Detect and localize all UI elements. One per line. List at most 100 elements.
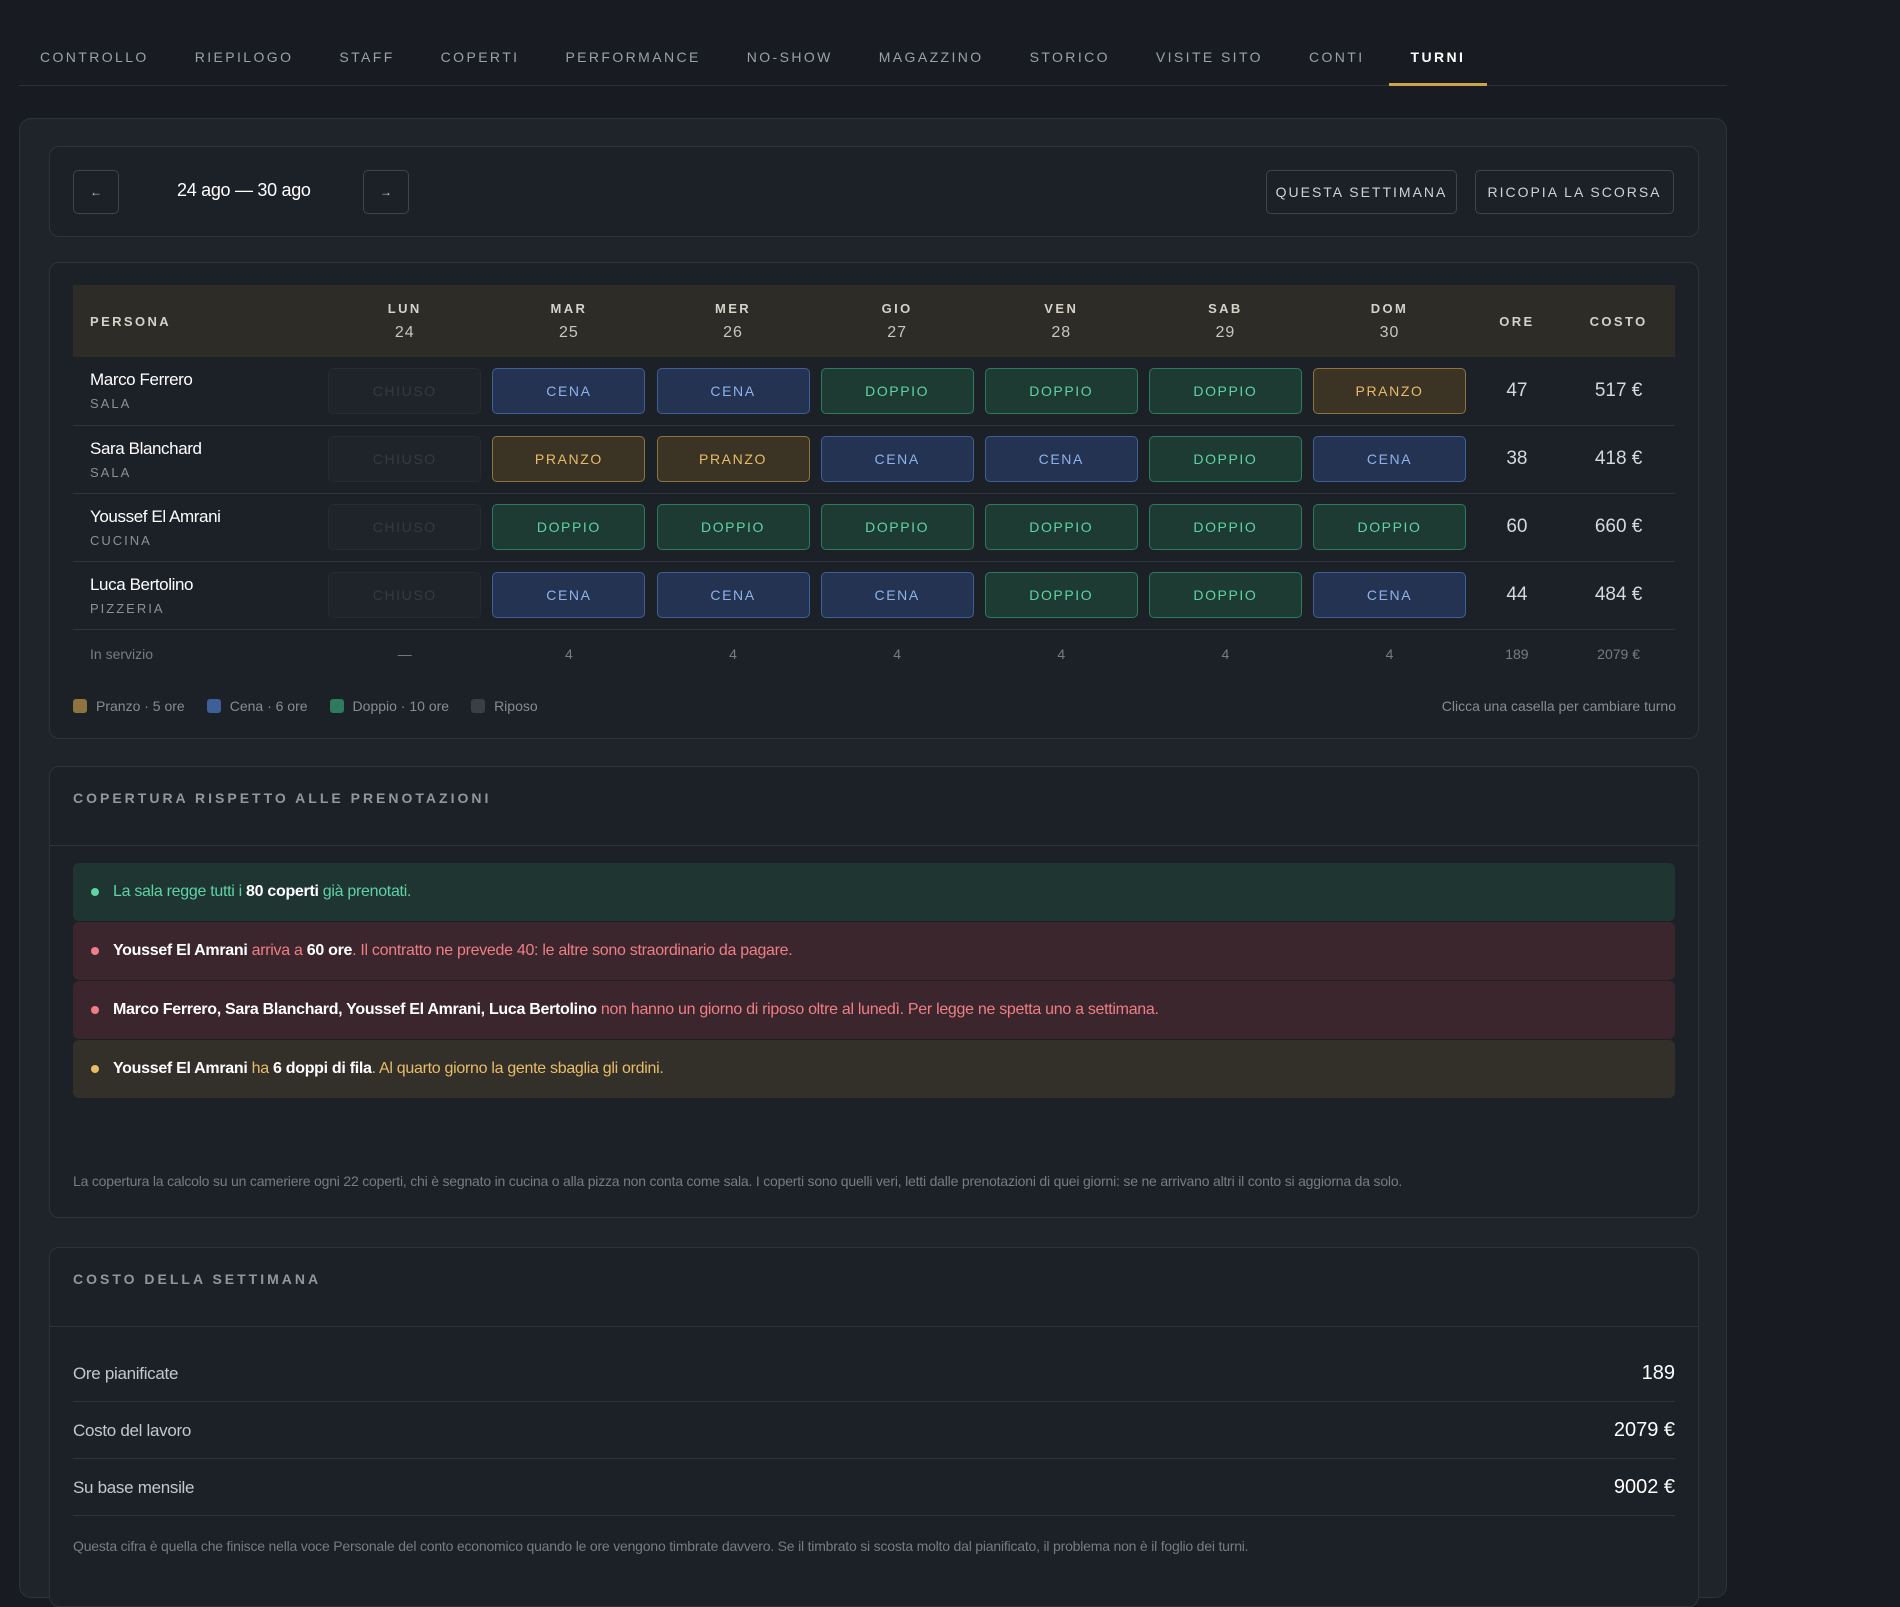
shift-button-pranzo[interactable]: PRANZO xyxy=(1313,367,1467,414)
shift-legend: Pranzo · 5 ore Cena · 6 ore Doppio · 10 or… xyxy=(73,698,560,714)
cost-label: Costo del lavoro xyxy=(73,1420,192,1440)
day-name: MAR xyxy=(550,300,588,316)
tab-riepilogo[interactable]: RIEPILOGO xyxy=(173,0,316,85)
shift-button-doppio[interactable]: DOPPIO xyxy=(820,367,974,414)
in-service-count: 4 xyxy=(1221,646,1230,663)
day-number: 27 xyxy=(887,323,908,341)
person-cell: Youssef El Amrani CUCINA xyxy=(73,493,323,561)
col-day-lun: LUN 24 xyxy=(323,285,487,357)
shift-button-cena[interactable]: CENA xyxy=(820,572,974,618)
table-row: Luca Bertolino PIZZERIA CHIUSO CENA CENA CENA… xyxy=(73,561,1675,629)
status-dot-icon xyxy=(91,888,99,896)
shift-button-doppio[interactable]: DOPPIO xyxy=(656,504,810,550)
coverage-card: COPERTURA RISPETTO ALLE PRENOTAZIONI La … xyxy=(49,766,1699,1218)
total-cost: 2079 € xyxy=(1597,646,1640,663)
shift-button-cena[interactable]: CENA xyxy=(984,436,1138,482)
tab-magazzino[interactable]: MAGAZZINO xyxy=(857,0,1006,85)
tab-staff[interactable]: STAFF xyxy=(317,0,416,85)
shift-button-doppio[interactable]: DOPPIO xyxy=(984,367,1138,414)
shift-button-doppio[interactable]: DOPPIO xyxy=(1148,572,1302,618)
person-cell: Sara Blanchard SALA xyxy=(73,425,323,493)
tab-storico[interactable]: STORICO xyxy=(1008,0,1132,85)
shift-button-cena[interactable]: CENA xyxy=(1313,572,1467,618)
cost-label: Su base mensile xyxy=(73,1477,195,1497)
day-number: 29 xyxy=(1215,323,1236,341)
legend-item: Doppio · 10 ore xyxy=(329,698,450,714)
alert-fragment: non hanno un giorno di riposo oltre al l… xyxy=(596,1001,1159,1018)
shift-cell: DOPPIO xyxy=(1307,493,1471,561)
shift-button-doppio[interactable]: DOPPIO xyxy=(984,504,1138,550)
shift-button-chiuso[interactable]: CHIUSO xyxy=(328,367,482,414)
arrow-left-icon: ← xyxy=(90,185,102,199)
tab-conti[interactable]: CONTI xyxy=(1287,0,1387,85)
tab-no-show[interactable]: NO-SHOW xyxy=(725,0,855,85)
shift-cell: DOPPIO xyxy=(815,357,979,425)
shift-button-cena[interactable]: CENA xyxy=(656,572,810,618)
cost-note: Questa cifra è quella che finisce nella … xyxy=(73,1538,1249,1554)
shift-button-cena[interactable]: CENA xyxy=(820,436,974,482)
shift-cell: DOPPIO xyxy=(1143,561,1307,629)
arrow-right-icon: → xyxy=(380,185,392,199)
in-service-count: 4 xyxy=(729,646,737,663)
cost-value: 517 € xyxy=(1594,379,1643,401)
tab-controllo[interactable]: CONTROLLO xyxy=(19,0,171,85)
next-week-button[interactable]: → xyxy=(363,170,409,214)
legend-item: Riposo xyxy=(471,698,538,714)
this-week-button[interactable]: QUESTA SETTIMANA xyxy=(1266,170,1457,214)
shift-button-cena[interactable]: CENA xyxy=(492,572,646,618)
person-role: SALA xyxy=(90,396,132,412)
shift-cell: DOPPIO xyxy=(815,493,979,561)
edit-hint: Clicca una casella per cambiare turno xyxy=(1441,698,1676,714)
legend-item: Pranzo · 5 ore xyxy=(73,698,185,714)
shift-button-chiuso[interactable]: CHIUSO xyxy=(328,504,482,550)
shift-button-doppio[interactable]: DOPPIO xyxy=(1148,367,1302,414)
in-service-count: — xyxy=(397,646,412,663)
shift-button-pranzo[interactable]: PRANZO xyxy=(656,436,810,482)
shift-button-doppio[interactable]: DOPPIO xyxy=(492,504,646,550)
prev-week-button[interactable]: ← xyxy=(73,170,119,214)
shift-button-chiuso[interactable]: CHIUSO xyxy=(328,436,482,482)
person-role: PIZZERIA xyxy=(90,600,165,616)
table-row: Sara Blanchard SALA CHIUSO PRANZO PRANZO CENA… xyxy=(73,425,1675,493)
legend-swatch xyxy=(73,699,87,713)
in-service-count: 4 xyxy=(1385,646,1394,663)
tab-coperti[interactable]: COPERTI xyxy=(419,0,542,85)
tab-performance[interactable]: PERFORMANCE xyxy=(543,0,722,85)
shift-cell: CENA xyxy=(487,357,651,425)
in-service-count: 4 xyxy=(893,646,902,663)
cost-value: 660 € xyxy=(1594,516,1643,537)
tab-turni[interactable]: TURNI xyxy=(1388,0,1488,86)
shift-cell: CHIUSO xyxy=(323,493,487,561)
cost-label: Ore pianificate xyxy=(73,1363,179,1383)
shift-button-doppio[interactable]: DOPPIO xyxy=(820,504,974,550)
cost-row: Su base mensile 9002 € xyxy=(73,1460,1675,1516)
tab-visite-sito[interactable]: VISITE SITO xyxy=(1134,0,1285,85)
shift-button-doppio[interactable]: DOPPIO xyxy=(984,572,1138,618)
shift-cell: DOPPIO xyxy=(1143,493,1307,561)
shift-button-pranzo[interactable]: PRANZO xyxy=(492,436,646,482)
shift-button-doppio[interactable]: DOPPIO xyxy=(1148,504,1302,550)
day-name: MER xyxy=(714,300,752,316)
shift-button-cena[interactable]: CENA xyxy=(656,367,810,414)
alert-emphasis: 60 ore xyxy=(306,942,353,959)
shift-button-chiuso[interactable]: CHIUSO xyxy=(328,572,482,618)
shift-button-cena[interactable]: CENA xyxy=(492,367,646,414)
alert-fragment: . Il contratto ne prevede 40: le altre s… xyxy=(352,942,793,959)
cost-row: Costo del lavoro 2079 € xyxy=(73,1403,1675,1459)
shift-button-doppio[interactable]: DOPPIO xyxy=(1313,504,1467,550)
legend-label: Doppio · 10 ore xyxy=(352,698,450,714)
col-person: PERSONA xyxy=(90,313,172,329)
shift-button-doppio[interactable]: DOPPIO xyxy=(1148,436,1302,482)
shift-cell: DOPPIO xyxy=(979,357,1143,425)
alert-text: Marco Ferrero, Sara Blanchard, Youssef E… xyxy=(113,1001,1159,1019)
shift-cell: CENA xyxy=(815,561,979,629)
hours-value: 38 xyxy=(1506,448,1528,469)
alert-emphasis: Youssef El Amrani xyxy=(113,1060,248,1077)
shift-button-cena[interactable]: CENA xyxy=(1313,436,1467,482)
hours-value: 60 xyxy=(1506,516,1528,537)
shift-cell: DOPPIO xyxy=(487,493,651,561)
shift-cell: PRANZO xyxy=(651,425,815,493)
copy-last-week-button[interactable]: RICOPIA LA SCORSA xyxy=(1475,170,1674,214)
coverage-alert-red: Youssef El Amrani arriva a 60 ore. Il co… xyxy=(73,922,1675,980)
week-range: 24 ago — 30 ago xyxy=(177,180,311,200)
